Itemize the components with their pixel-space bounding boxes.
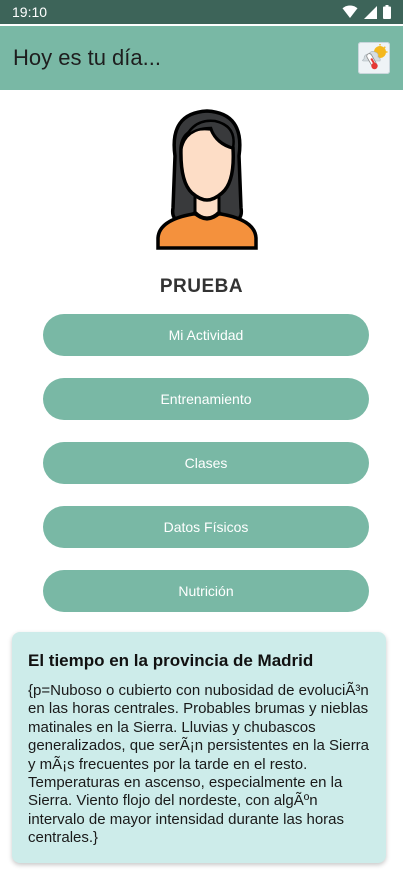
- app-title: Hoy es tu día...: [13, 45, 161, 70]
- datos-fisicos-label: Datos Físicos: [163, 519, 249, 535]
- mi-actividad-label: Mi Actividad: [168, 327, 244, 343]
- wifi-icon: [342, 5, 358, 18]
- weather-forecast-text: {p=Nuboso o cubierto con nubosidad de ev…: [28, 682, 370, 847]
- status-time: 19:10: [12, 4, 48, 20]
- status-icons: [342, 5, 391, 19]
- app-bar: Hoy es tu día...: [0, 26, 403, 90]
- clases-label: Clases: [184, 455, 228, 471]
- user-name: PRUEBA: [159, 276, 244, 297]
- avatar: [156, 109, 258, 250]
- entrenamiento-label: Entrenamiento: [160, 391, 252, 407]
- nutricion-button[interactable]: Nutrición: [43, 570, 369, 612]
- nutricion-label: Nutrición: [178, 583, 234, 599]
- battery-icon: [383, 5, 391, 19]
- mi-actividad-button[interactable]: Mi Actividad: [43, 314, 369, 356]
- weather-title: El tiempo en la provincia de Madrid: [28, 651, 314, 670]
- signal-icon: [364, 5, 377, 19]
- datos-fisicos-button[interactable]: Datos Físicos: [43, 506, 369, 548]
- entrenamiento-button[interactable]: Entrenamiento: [43, 378, 369, 420]
- weather-thermometer-icon: [362, 44, 388, 70]
- clases-button[interactable]: Clases: [43, 442, 369, 484]
- weather-card: El tiempo en la provincia de Madrid {p=N…: [12, 632, 386, 863]
- status-bar: 19:10: [0, 0, 403, 24]
- weather-button[interactable]: [358, 42, 390, 74]
